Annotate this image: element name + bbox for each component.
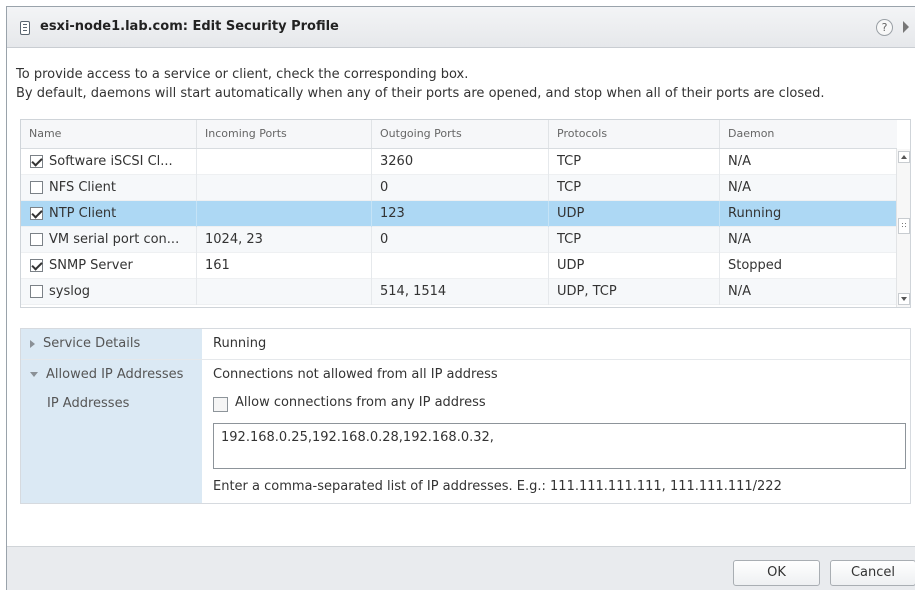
cell-outgoing-ports: 123: [372, 201, 549, 227]
table-row[interactable]: SNMP Server 161 UDP Stopped: [21, 253, 897, 279]
cell-name: NFS Client: [21, 175, 197, 201]
ip-addresses-input[interactable]: 192.168.0.25,192.168.0.28,192.168.0.32,: [213, 423, 906, 469]
cell-daemon: N/A: [728, 154, 751, 169]
cell-name: NTP Client: [21, 201, 197, 227]
table-row[interactable]: syslog 514, 1514 UDP, TCP N/A: [21, 279, 897, 305]
service-details-value: Running: [213, 336, 267, 351]
service-checkbox[interactable]: [30, 155, 43, 168]
scroll-thumb[interactable]: [898, 218, 910, 234]
chevron-right-icon[interactable]: [903, 21, 909, 33]
dialog-titlebar: esxi-node1.lab.com: Edit Security Profil…: [7, 7, 915, 48]
allow-any-ip-label[interactable]: Allow connections from any IP address: [235, 395, 486, 410]
dialog-footer: OK Cancel: [7, 546, 915, 590]
ip-addresses-label: IP Addresses: [47, 396, 130, 411]
service-name: syslog: [49, 284, 91, 299]
service-name: NFS Client: [49, 180, 116, 195]
cell-incoming-ports: [197, 279, 372, 305]
cell-name: syslog: [21, 279, 197, 305]
allowed-ip-row[interactable]: Allowed IP Addresses Connections not all…: [21, 360, 910, 391]
allowed-ip-label[interactable]: Allowed IP Addresses: [30, 360, 183, 390]
service-name: VM serial port con...: [49, 232, 180, 247]
service-checkbox[interactable]: [30, 181, 43, 194]
cell-incoming-ports: [197, 149, 372, 175]
table-row-selected[interactable]: NTP Client 123 UDP Running: [21, 201, 897, 227]
scroll-up-icon[interactable]: [898, 151, 910, 163]
cell-daemon: N/A: [728, 284, 751, 299]
cell-outgoing-ports: 514, 1514: [372, 279, 549, 305]
ip-addresses-hint: Enter a comma-separated list of IP addre…: [213, 479, 782, 494]
cell-name: SNMP Server: [21, 253, 197, 279]
service-name: Software iSCSI Cl...: [49, 154, 173, 169]
expand-right-icon[interactable]: [30, 339, 35, 348]
intro-line-2: By default, daemons will start automatic…: [16, 86, 825, 101]
edit-security-profile-dialog: esxi-node1.lab.com: Edit Security Profil…: [6, 6, 915, 590]
service-details-row[interactable]: Service Details Running: [21, 329, 910, 360]
column-header-name[interactable]: Name: [21, 120, 197, 148]
cancel-button[interactable]: Cancel: [830, 560, 915, 586]
grid-scrollbar[interactable]: [896, 149, 910, 307]
cell-daemon: Running: [728, 206, 782, 221]
cell-daemon: Stopped: [728, 258, 783, 273]
scroll-down-icon[interactable]: [898, 293, 910, 305]
cell-protocols: TCP: [549, 227, 720, 253]
cell-daemon: N/A: [728, 180, 751, 195]
intro-line-1: To provide access to a service or client…: [16, 67, 469, 82]
cell-protocols: TCP: [549, 175, 720, 201]
column-header-outgoing-ports[interactable]: Outgoing Ports: [372, 120, 549, 148]
cell-daemon: N/A: [728, 232, 751, 247]
cell-name: VM serial port con...: [21, 227, 197, 253]
service-checkbox[interactable]: [30, 233, 43, 246]
service-details-text: Service Details: [43, 336, 141, 351]
column-header-daemon[interactable]: Daemon: [720, 120, 897, 148]
cell-outgoing-ports: [372, 253, 549, 279]
services-grid: Name Incoming Ports Outgoing Ports Proto…: [20, 119, 911, 308]
allow-any-ip-checkbox[interactable]: [213, 397, 228, 412]
cell-incoming-ports: 1024, 23: [197, 227, 372, 253]
cell-outgoing-ports: 0: [372, 175, 549, 201]
host-icon: [20, 21, 30, 35]
service-details-label[interactable]: Service Details: [30, 329, 140, 359]
cell-protocols: TCP: [549, 149, 720, 175]
cell-outgoing-ports: 0: [372, 227, 549, 253]
service-name: NTP Client: [49, 206, 117, 221]
table-row[interactable]: Software iSCSI Cl... 3260 TCP N/A: [21, 149, 897, 175]
service-details-panel: Service Details Running Allowed IP Addre…: [20, 328, 911, 504]
service-name: SNMP Server: [49, 258, 133, 273]
grid-header: Name Incoming Ports Outgoing Ports Proto…: [21, 120, 897, 149]
cell-incoming-ports: [197, 175, 372, 201]
cell-name: Software iSCSI Cl...: [21, 149, 197, 175]
service-checkbox[interactable]: [30, 285, 43, 298]
table-row[interactable]: NFS Client 0 TCP N/A: [21, 175, 897, 201]
cell-protocols: UDP, TCP: [549, 279, 720, 305]
ok-button[interactable]: OK: [733, 560, 820, 586]
intro-text: To provide access to a service or client…: [16, 65, 825, 103]
cell-incoming-ports: 161: [197, 253, 372, 279]
service-checkbox[interactable]: [30, 259, 43, 272]
table-row[interactable]: VM serial port con... 1024, 23 0 TCP N/A: [21, 227, 897, 253]
dialog-title: esxi-node1.lab.com: Edit Security Profil…: [40, 19, 339, 34]
column-header-incoming-ports[interactable]: Incoming Ports: [197, 120, 372, 148]
allowed-ip-value: Connections not allowed from all IP addr…: [213, 367, 498, 382]
service-checkbox[interactable]: [30, 207, 43, 220]
cell-incoming-ports: [197, 201, 372, 227]
cell-protocols: UDP: [549, 201, 720, 227]
cell-protocols: UDP: [549, 253, 720, 279]
help-icon[interactable]: ?: [876, 19, 893, 36]
column-header-protocols[interactable]: Protocols: [549, 120, 720, 148]
allowed-ip-text: Allowed IP Addresses: [46, 367, 184, 382]
expand-down-icon[interactable]: [30, 372, 38, 377]
cell-outgoing-ports: 3260: [372, 149, 549, 175]
